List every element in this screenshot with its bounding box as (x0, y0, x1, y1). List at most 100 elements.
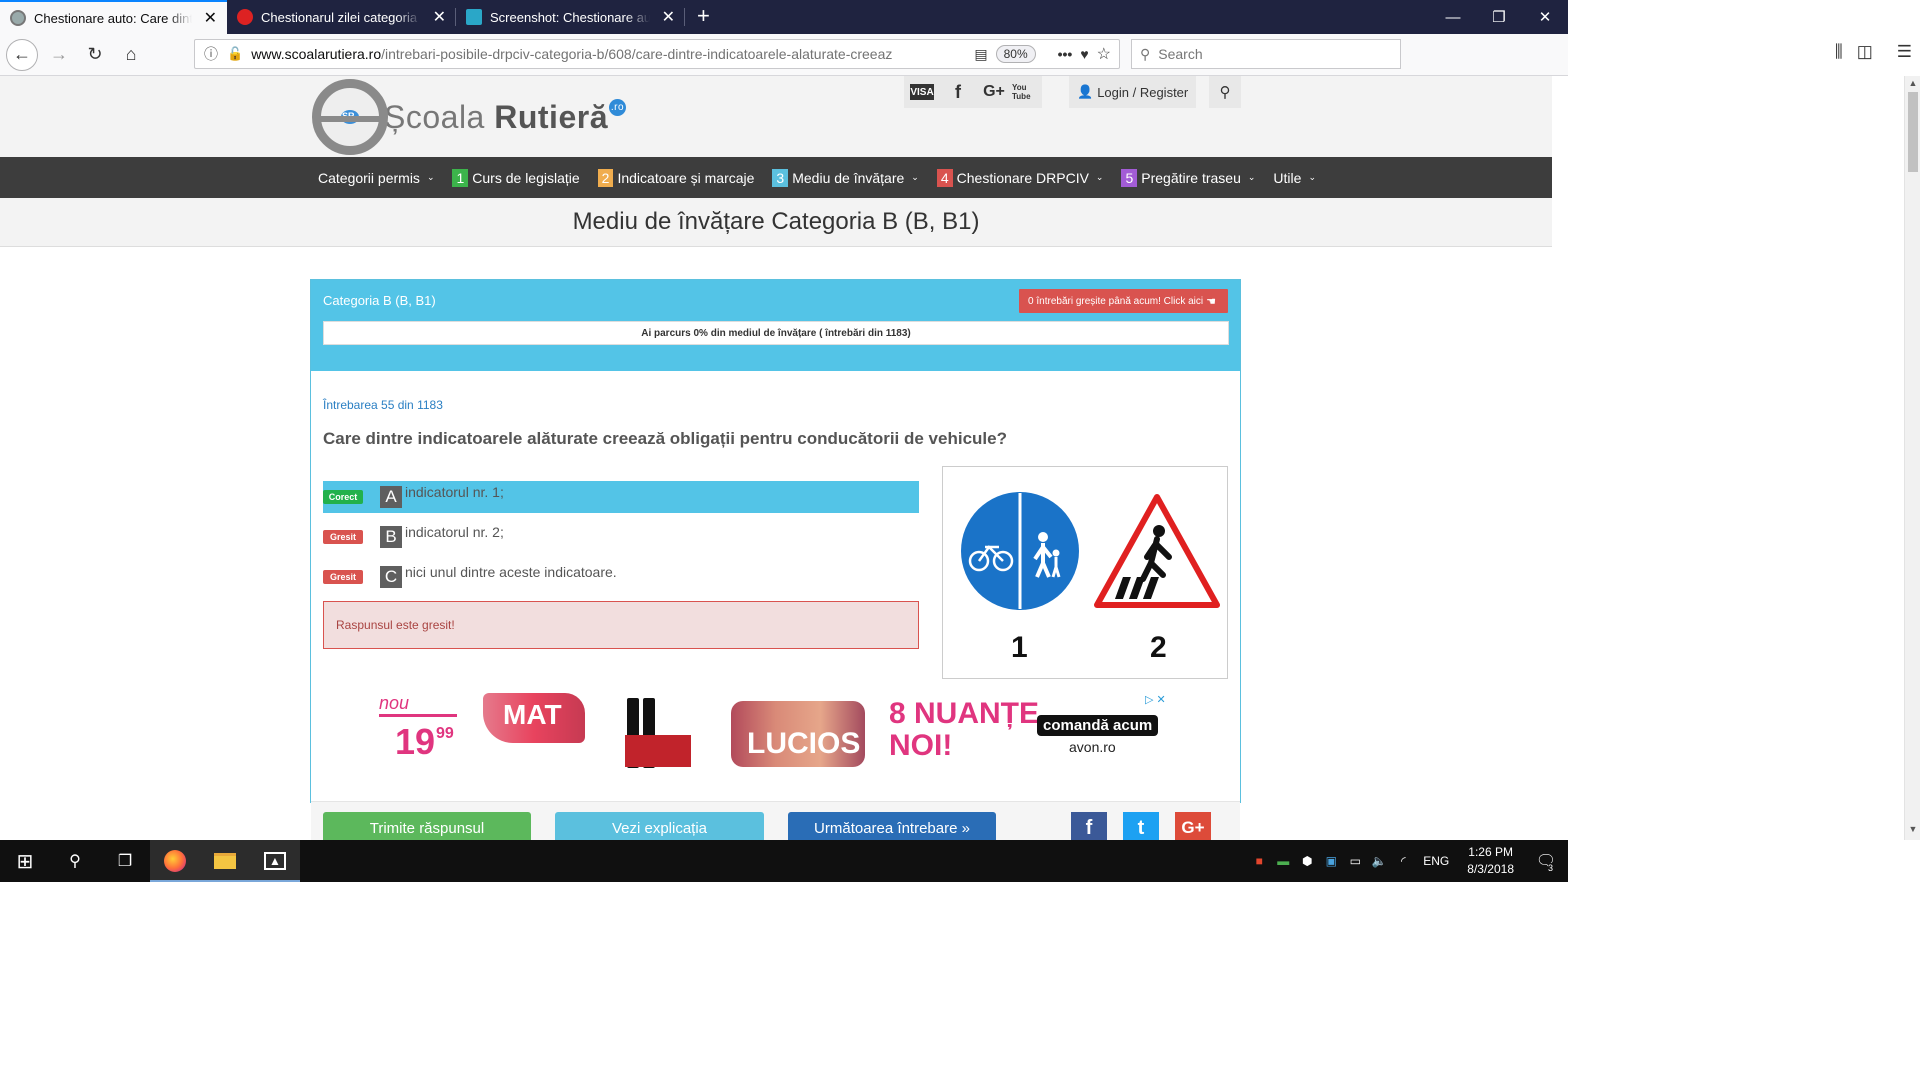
nav-item-number: 4 (936, 168, 953, 187)
nav-item-4[interactable]: 3 Mediu de învățare ⌄ (772, 168, 919, 187)
nav-item-label: Categorii permis (318, 169, 420, 186)
answer-option-a[interactable]: Corect A indicatorul nr. 1; (323, 481, 919, 513)
adchoices-icon[interactable]: ▷ ✕ (1145, 693, 1166, 706)
logo-word-rutiera: Rutieră (494, 98, 608, 135)
new-tab-icon[interactable]: + (685, 0, 722, 34)
scroll-down-icon[interactable]: ▼ (1905, 824, 1920, 838)
battery-icon[interactable]: ▭ (1343, 854, 1367, 868)
url-bar[interactable]: ⓘ 🔓 www.scoalarutiera.ro/intrebari-posib… (194, 39, 1120, 69)
share-googleplus-icon[interactable]: G+ (1175, 812, 1211, 840)
search-bar[interactable]: ⚲ Search (1131, 39, 1401, 69)
chevron-down-icon: ⌄ (911, 172, 919, 182)
ad-cta-button[interactable]: comandă acum (1037, 715, 1159, 736)
reload-icon[interactable]: ↻ (80, 40, 110, 70)
site-header: SR Școala Rutieră .ro VISA f G+ You Tube… (0, 76, 1552, 157)
tab-title: Chestionare auto: Care dintre in (34, 10, 192, 26)
window-controls: — ❐ ✕ (1430, 0, 1568, 34)
visa-icon[interactable]: VISA (910, 84, 934, 100)
scroll-up-icon[interactable]: ▲ (1905, 78, 1920, 92)
page-actions-icon[interactable]: ••• (1058, 46, 1073, 62)
nav-item-1[interactable]: Categorii permis ⌄ (318, 170, 434, 186)
search-placeholder: Search (1158, 46, 1203, 62)
answer-option-b[interactable]: Gresit B indicatorul nr. 2; (323, 521, 919, 553)
page-scrollbar[interactable]: ▲ ▼ (1904, 76, 1920, 840)
language-indicator[interactable]: ENG (1415, 854, 1457, 868)
nav-item-6[interactable]: 5 Pregătire traseu ⌄ (1121, 168, 1255, 187)
googleplus-icon[interactable]: G+ (976, 76, 1012, 108)
clock[interactable]: 1:26 PM 8/3/2018 (1457, 844, 1524, 878)
facebook-icon[interactable]: f (940, 76, 976, 108)
answer-status-badge: Corect (323, 490, 363, 504)
nav-item-number: 2 (597, 168, 614, 187)
action-center-icon[interactable]: 🗨 3 (1524, 851, 1568, 873)
firefox-taskbar-icon[interactable] (150, 840, 200, 882)
bookmark-star-icon[interactable]: ☆ (1097, 44, 1111, 64)
close-tab-icon[interactable]: ✕ (433, 7, 446, 27)
lipstick-tubes-icon (625, 735, 691, 767)
reader-view-icon[interactable]: ▤ (974, 46, 987, 63)
ad-price-cents: 99 (436, 725, 454, 742)
nav-item-label: Mediu de învățare (792, 169, 905, 186)
office-icon[interactable]: ■ (1247, 854, 1271, 868)
site-logo[interactable]: SR Școala Rutieră .ro (312, 79, 626, 155)
nav-item-3[interactable]: 2 Indicatoare și marcaje (597, 168, 754, 187)
site-search-icon[interactable]: ⚲ (1209, 76, 1241, 108)
nav-item-5[interactable]: 4 Chestionare DRPCIV ⌄ (936, 168, 1103, 187)
youtube-icon[interactable]: You Tube (1012, 76, 1042, 108)
clock-time: 1:26 PM (1468, 845, 1513, 859)
tab-chestionarul-zilei[interactable]: Chestionarul zilei categoria B - ✕ (227, 0, 456, 34)
tab-screenshot[interactable]: Screenshot: Chestionare auto: C ✕ (456, 0, 685, 34)
ad-mat: MAT (503, 699, 562, 730)
ad-lucios: LUCIOS (747, 727, 861, 760)
share-facebook-icon[interactable]: f (1071, 812, 1107, 840)
close-window-icon[interactable]: ✕ (1522, 0, 1568, 34)
notification-count: 3 (1548, 863, 1554, 873)
traffic-signs-image (958, 489, 1220, 613)
tab-chestionare-auto[interactable]: Chestionare auto: Care dintre in ✕ (0, 0, 227, 34)
answer-option-c[interactable]: Gresit C nici unul dintre aceste indicat… (323, 561, 919, 593)
nav-item-7[interactable]: Utile ⌄ (1273, 170, 1316, 186)
back-arrow-icon[interactable]: ← (6, 38, 38, 71)
nav-item-2[interactable]: 1 Curs de legislație (452, 168, 580, 187)
task-view-icon[interactable]: ❐ (100, 840, 150, 882)
view-explanation-button[interactable]: Vezi explicația (555, 812, 764, 840)
zoom-indicator[interactable]: 80% (995, 45, 1036, 63)
logo-ro-badge: .ro (608, 98, 626, 116)
tray-app-icon[interactable]: ▬ (1271, 854, 1295, 868)
wifi-icon[interactable]: ◜ (1391, 854, 1415, 868)
nav-item-number: 3 (772, 168, 789, 187)
info-icon[interactable]: ⓘ (203, 44, 219, 64)
login-register-link[interactable]: 👤 Login / Register (1069, 76, 1197, 108)
sidebar-icon[interactable]: ◫ (1857, 42, 1873, 62)
tray-monitor-icon[interactable]: ▣ (1319, 854, 1343, 868)
nav-item-number: 1 (452, 168, 469, 187)
windows-start-icon[interactable]: ⊞ (0, 840, 50, 882)
volume-icon[interactable]: 🔈 (1367, 854, 1391, 868)
home-icon[interactable]: ⌂ (116, 40, 146, 70)
logo-sr: SR (342, 111, 355, 121)
progress-bar: Ai parcurs 0% din mediul de învățare ( î… (323, 321, 1229, 345)
pocket-icon[interactable]: ♥ (1080, 46, 1088, 62)
next-question-button[interactable]: Următoarea întrebare » (788, 812, 996, 840)
share-twitter-icon[interactable]: t (1123, 812, 1159, 840)
scrollbar-thumb[interactable] (1908, 92, 1918, 172)
forward-arrow-icon[interactable]: → (44, 40, 74, 70)
url-domain: www.scoalarutiera.ro (251, 46, 382, 62)
wrong-answers-button[interactable]: 0 întrebări greșite până acum! Click aic… (1019, 289, 1228, 313)
url-text[interactable]: www.scoalarutiera.ro/intrebari-posibile-… (251, 46, 966, 62)
action-buttons-row: Trimite răspunsul Vezi explicația Următo… (311, 801, 1240, 840)
close-tab-icon[interactable]: ✕ (662, 7, 675, 27)
close-tab-icon[interactable]: ✕ (204, 8, 217, 28)
minimize-icon[interactable]: — (1430, 0, 1476, 34)
restore-icon[interactable]: ❐ (1476, 0, 1522, 34)
file-explorer-icon[interactable] (200, 840, 250, 882)
submit-answer-button[interactable]: Trimite răspunsul (323, 812, 531, 840)
insecure-lock-icon[interactable]: 🔓 (227, 46, 243, 62)
ad-domain: avon.ro (1069, 739, 1116, 755)
avon-ad-banner[interactable]: nou 19 99 MAT LUCIOS 8 NUANȚE NOI! coman… (379, 693, 1169, 769)
photos-app-icon[interactable]: ▲ (250, 840, 300, 882)
menu-icon[interactable]: ☰ (1897, 42, 1912, 62)
search-icon[interactable]: ⚲ (50, 840, 100, 882)
library-icon[interactable]: ⫼ (1835, 42, 1843, 62)
tray-network-share-icon[interactable]: ⬢ (1295, 854, 1319, 868)
